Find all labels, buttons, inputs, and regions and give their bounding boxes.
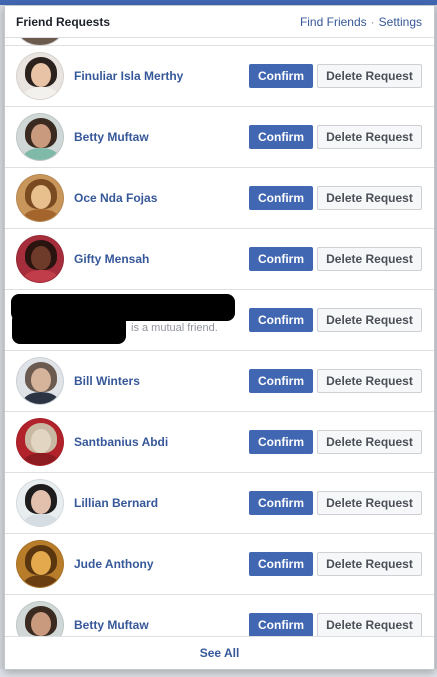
confirm-button[interactable]: Confirm bbox=[249, 125, 313, 149]
requester-name[interactable]: Betty Muftaw bbox=[74, 130, 249, 144]
requests-list[interactable]: Finuliar Isla Merthy Confirm Delete Requ… bbox=[5, 38, 434, 638]
avatar[interactable] bbox=[16, 357, 64, 405]
see-all-link[interactable]: See All bbox=[200, 646, 240, 660]
avatar bbox=[16, 38, 64, 46]
avatar[interactable] bbox=[16, 174, 64, 222]
avatar[interactable] bbox=[16, 418, 64, 466]
confirm-button[interactable]: Confirm bbox=[249, 64, 313, 88]
avatar[interactable] bbox=[16, 601, 64, 638]
list-item: Oce Nda Fojas Confirm Delete Request bbox=[5, 168, 434, 229]
avatar[interactable] bbox=[16, 52, 64, 100]
list-item: Betty Muftaw Confirm Delete Request bbox=[5, 595, 434, 638]
delete-request-button[interactable]: Delete Request bbox=[317, 552, 422, 576]
flyout-header: Friend Requests Find Friends · Settings bbox=[5, 6, 434, 38]
delete-request-button[interactable]: Delete Request bbox=[317, 308, 422, 332]
list-item: is a mutual friend. Confirm Delete Reque… bbox=[5, 290, 434, 351]
delete-request-button[interactable]: Delete Request bbox=[317, 186, 422, 210]
redaction-block bbox=[12, 312, 126, 344]
find-friends-link[interactable]: Find Friends bbox=[300, 15, 367, 29]
confirm-button[interactable]: Confirm bbox=[249, 186, 313, 210]
delete-request-button[interactable]: Delete Request bbox=[317, 613, 422, 637]
avatar[interactable] bbox=[16, 479, 64, 527]
requester-name[interactable]: Finuliar Isla Merthy bbox=[74, 69, 249, 83]
delete-request-button[interactable]: Delete Request bbox=[317, 64, 422, 88]
confirm-button[interactable]: Confirm bbox=[249, 491, 313, 515]
list-item: Jude Anthony Confirm Delete Request bbox=[5, 534, 434, 595]
confirm-button[interactable]: Confirm bbox=[249, 552, 313, 576]
list-item: Lillian Bernard Confirm Delete Request bbox=[5, 473, 434, 534]
delete-request-button[interactable]: Delete Request bbox=[317, 369, 422, 393]
delete-request-button[interactable]: Delete Request bbox=[317, 430, 422, 454]
requester-name[interactable]: Jude Anthony bbox=[74, 557, 249, 571]
list-item-partial bbox=[5, 38, 434, 46]
delete-request-button[interactable]: Delete Request bbox=[317, 247, 422, 271]
avatar[interactable] bbox=[16, 540, 64, 588]
friend-requests-flyout: Friend Requests Find Friends · Settings Fi… bbox=[4, 5, 435, 670]
list-item: Santbanius Abdi Confirm Delete Request bbox=[5, 412, 434, 473]
requester-name[interactable]: Santbanius Abdi bbox=[74, 435, 249, 449]
requester-name[interactable]: Betty Muftaw bbox=[74, 618, 249, 632]
link-separator: · bbox=[370, 14, 375, 29]
confirm-button[interactable]: Confirm bbox=[249, 613, 313, 637]
flyout-title: Friend Requests bbox=[16, 14, 111, 29]
header-links: Find Friends · Settings bbox=[300, 15, 422, 29]
flyout-footer: See All bbox=[5, 636, 434, 669]
delete-request-button[interactable]: Delete Request bbox=[317, 491, 422, 515]
requester-name[interactable]: Lillian Bernard bbox=[74, 496, 249, 510]
delete-request-button[interactable]: Delete Request bbox=[317, 125, 422, 149]
confirm-button[interactable]: Confirm bbox=[249, 247, 313, 271]
requester-name[interactable]: Gifty Mensah bbox=[74, 252, 249, 266]
confirm-button[interactable]: Confirm bbox=[249, 430, 313, 454]
confirm-button[interactable]: Confirm bbox=[249, 308, 313, 332]
avatar[interactable] bbox=[16, 113, 64, 161]
requester-name[interactable]: Oce Nda Fojas bbox=[74, 191, 249, 205]
mutual-friend-text: is a mutual friend. bbox=[131, 322, 218, 334]
settings-link[interactable]: Settings bbox=[379, 15, 422, 29]
list-item: Finuliar Isla Merthy Confirm Delete Requ… bbox=[5, 46, 434, 107]
list-item: Bill Winters Confirm Delete Request bbox=[5, 351, 434, 412]
requester-name[interactable]: Bill Winters bbox=[74, 374, 249, 388]
list-item: Betty Muftaw Confirm Delete Request bbox=[5, 107, 434, 168]
confirm-button[interactable]: Confirm bbox=[249, 369, 313, 393]
list-item: Gifty Mensah Confirm Delete Request bbox=[5, 229, 434, 290]
background-page-bottom bbox=[0, 669, 437, 677]
avatar[interactable] bbox=[16, 235, 64, 283]
